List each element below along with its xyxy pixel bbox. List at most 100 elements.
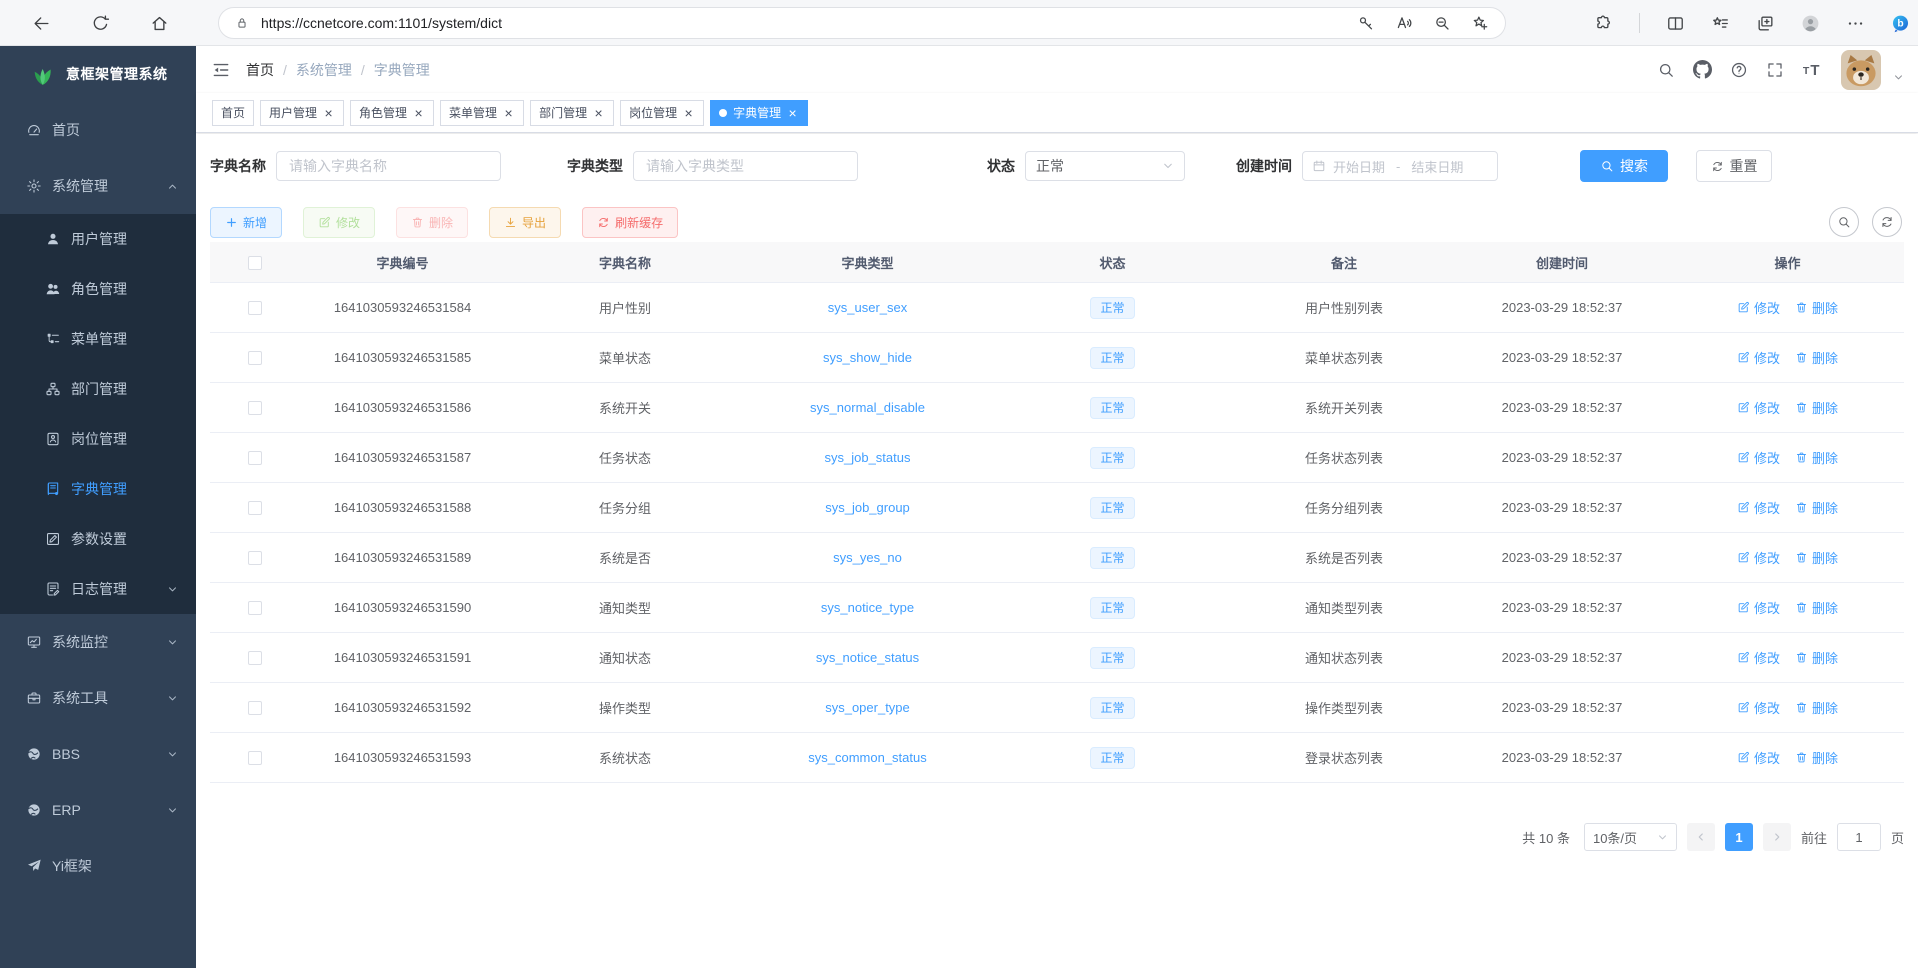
dict-type-link[interactable]: sys_common_status xyxy=(808,750,927,765)
dict-type-link[interactable]: sys_job_group xyxy=(825,500,910,515)
delete-row-link[interactable]: 删除 xyxy=(1795,298,1838,317)
dict-type-link[interactable]: sys_oper_type xyxy=(825,700,910,715)
row-checkbox[interactable] xyxy=(248,651,262,665)
key-icon[interactable] xyxy=(1357,14,1375,32)
font-size-icon[interactable] xyxy=(1802,59,1823,80)
row-checkbox[interactable] xyxy=(248,401,262,415)
split-screen-icon[interactable] xyxy=(1666,14,1685,33)
sidebar-item-erp[interactable]: ERP xyxy=(0,782,196,838)
row-checkbox[interactable] xyxy=(248,501,262,515)
row-checkbox[interactable] xyxy=(248,601,262,615)
lock-icon[interactable] xyxy=(235,16,249,30)
export-button[interactable]: 导出 xyxy=(489,207,561,238)
row-checkbox[interactable] xyxy=(248,751,262,765)
edit-row-link[interactable]: 修改 xyxy=(1737,298,1780,317)
reset-button[interactable]: 重置 xyxy=(1696,150,1772,182)
page-size-select[interactable]: 10条/页 xyxy=(1584,823,1677,851)
close-tab-icon[interactable]: × xyxy=(682,107,695,119)
dict-type-link[interactable]: sys_show_hide xyxy=(823,350,912,365)
copilot-icon[interactable] xyxy=(1891,14,1910,33)
prev-page-button[interactable] xyxy=(1687,823,1715,851)
row-checkbox[interactable] xyxy=(248,351,262,365)
close-tab-icon[interactable]: × xyxy=(502,107,515,119)
dict-type-input[interactable] xyxy=(633,151,858,181)
delete-row-link[interactable]: 删除 xyxy=(1795,348,1838,367)
search-button[interactable]: 搜索 xyxy=(1580,150,1668,182)
reload-icon[interactable] xyxy=(91,14,110,33)
edit-row-link[interactable]: 修改 xyxy=(1737,398,1780,417)
caret-down-icon[interactable] xyxy=(1893,72,1904,83)
refresh-cache-button[interactable]: 刷新缓存 xyxy=(582,207,678,238)
sidebar-item-dict[interactable]: 字典管理 xyxy=(0,464,196,514)
delete-button[interactable]: 删除 xyxy=(396,207,468,238)
breadcrumb-home[interactable]: 首页 xyxy=(246,60,274,80)
toggle-search-button[interactable] xyxy=(1829,207,1859,237)
refresh-table-button[interactable] xyxy=(1872,207,1902,237)
dict-type-link[interactable]: sys_job_status xyxy=(825,450,911,465)
profile-icon[interactable] xyxy=(1801,14,1820,33)
edit-button[interactable]: 修改 xyxy=(303,207,375,238)
row-checkbox[interactable] xyxy=(248,301,262,315)
delete-row-link[interactable]: 删除 xyxy=(1795,448,1838,467)
dict-type-link[interactable]: sys_user_sex xyxy=(828,300,907,315)
edit-row-link[interactable]: 修改 xyxy=(1737,448,1780,467)
delete-row-link[interactable]: 删除 xyxy=(1795,598,1838,617)
sidebar-item-menu[interactable]: 菜单管理 xyxy=(0,314,196,364)
close-tab-icon[interactable]: × xyxy=(786,107,799,119)
dict-type-link[interactable]: sys_notice_status xyxy=(816,650,919,665)
sidebar-item-yi[interactable]: Yi框架 xyxy=(0,838,196,894)
edit-row-link[interactable]: 修改 xyxy=(1737,598,1780,617)
sidebar-item-bbs[interactable]: BBS xyxy=(0,726,196,782)
dict-type-link[interactable]: sys_yes_no xyxy=(833,550,902,565)
sidebar-item-log[interactable]: 日志管理 xyxy=(0,564,196,614)
edit-row-link[interactable]: 修改 xyxy=(1737,498,1780,517)
sidebar-item-user[interactable]: 用户管理 xyxy=(0,214,196,264)
help-icon[interactable] xyxy=(1730,61,1748,79)
status-select[interactable]: 正常 xyxy=(1025,151,1185,181)
sidebar-item-param[interactable]: 参数设置 xyxy=(0,514,196,564)
tab-post[interactable]: 岗位管理× xyxy=(620,100,704,126)
dict-name-input[interactable] xyxy=(276,151,501,181)
sidebar-item-dept[interactable]: 部门管理 xyxy=(0,364,196,414)
tab-user[interactable]: 用户管理× xyxy=(260,100,344,126)
close-tab-icon[interactable]: × xyxy=(592,107,605,119)
url-text[interactable]: https://ccnetcore.com:1101/system/dict xyxy=(261,15,1345,31)
tab-home[interactable]: 首页 xyxy=(212,100,254,126)
select-all-checkbox[interactable] xyxy=(248,256,262,270)
tab-role[interactable]: 角色管理× xyxy=(350,100,434,126)
collapse-sidebar-icon[interactable] xyxy=(196,60,246,80)
delete-row-link[interactable]: 删除 xyxy=(1795,748,1838,767)
tab-menu[interactable]: 菜单管理× xyxy=(440,100,524,126)
date-range-picker[interactable]: 开始日期 - 结束日期 xyxy=(1302,151,1498,181)
tab-dict[interactable]: 字典管理× xyxy=(710,100,808,126)
close-tab-icon[interactable]: × xyxy=(412,107,425,119)
sidebar-item-role[interactable]: 角色管理 xyxy=(0,264,196,314)
fullscreen-icon[interactable] xyxy=(1766,61,1784,79)
app-logo[interactable]: 意框架管理系统 xyxy=(0,46,196,102)
sidebar-item-monitor[interactable]: 系统监控 xyxy=(0,614,196,670)
delete-row-link[interactable]: 删除 xyxy=(1795,398,1838,417)
goto-page-input[interactable] xyxy=(1837,823,1881,851)
back-icon[interactable] xyxy=(32,14,51,33)
delete-row-link[interactable]: 删除 xyxy=(1795,698,1838,717)
address-bar[interactable]: https://ccnetcore.com:1101/system/dict xyxy=(218,7,1506,39)
edit-row-link[interactable]: 修改 xyxy=(1737,548,1780,567)
edit-row-link[interactable]: 修改 xyxy=(1737,748,1780,767)
sidebar-item-home[interactable]: 首页 xyxy=(0,102,196,158)
search-icon[interactable] xyxy=(1657,61,1675,79)
sidebar-item-tool[interactable]: 系统工具 xyxy=(0,670,196,726)
row-checkbox[interactable] xyxy=(248,551,262,565)
tab-dept[interactable]: 部门管理× xyxy=(530,100,614,126)
github-icon[interactable] xyxy=(1693,60,1712,79)
next-page-button[interactable] xyxy=(1763,823,1791,851)
row-checkbox[interactable] xyxy=(248,451,262,465)
more-icon[interactable] xyxy=(1846,14,1865,33)
collections-icon[interactable] xyxy=(1756,14,1775,33)
add-button[interactable]: 新增 xyxy=(210,207,282,238)
sidebar-item-system[interactable]: 系统管理 xyxy=(0,158,196,214)
zoom-out-icon[interactable] xyxy=(1433,14,1451,32)
edit-row-link[interactable]: 修改 xyxy=(1737,648,1780,667)
delete-row-link[interactable]: 删除 xyxy=(1795,648,1838,667)
favorites-bar-icon[interactable] xyxy=(1711,14,1730,33)
delete-row-link[interactable]: 删除 xyxy=(1795,548,1838,567)
